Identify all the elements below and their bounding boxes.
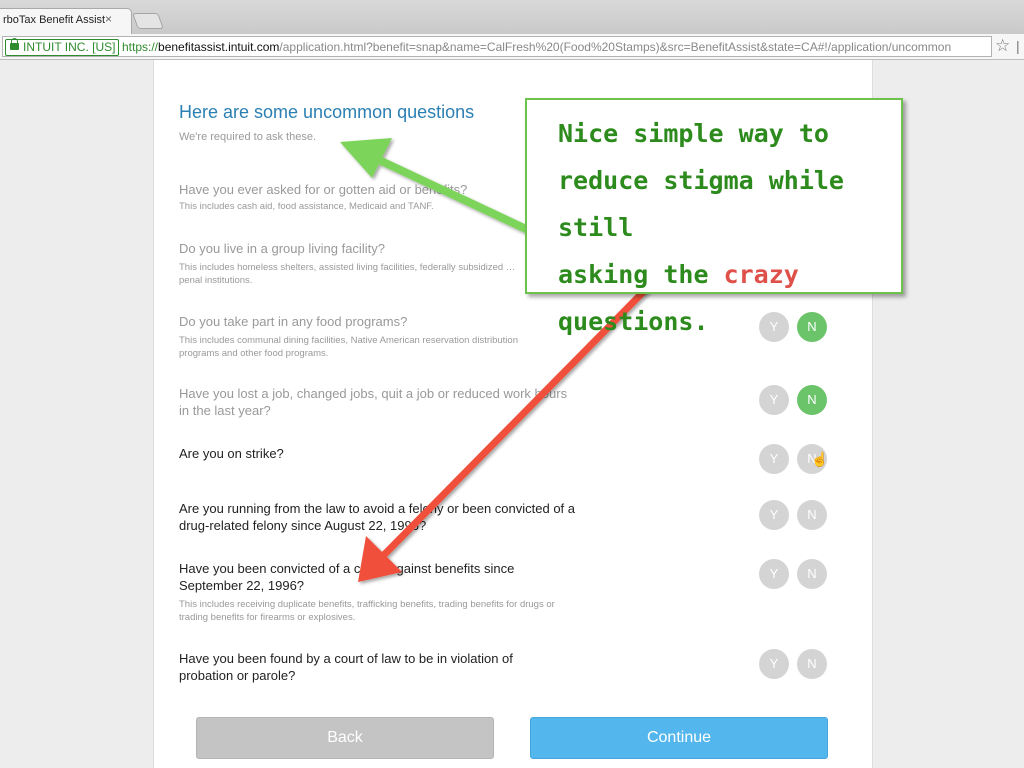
- green-arrow-head: [340, 138, 392, 178]
- annotation-line-prefix: asking the: [558, 260, 724, 289]
- annotation-text: Nice simple way to reduce stigma while s…: [558, 110, 903, 345]
- green-arrow: [358, 148, 532, 234]
- annotation-line: reduce stigma while still: [558, 166, 844, 242]
- annotation-line: questions.: [558, 307, 709, 336]
- annotation-line: Nice simple way to: [558, 119, 829, 148]
- annotation-line: asking the crazy: [558, 251, 903, 298]
- annotation-highlight: crazy: [723, 260, 799, 289]
- annotation-note: Nice simple way to reduce stigma while s…: [525, 98, 903, 336]
